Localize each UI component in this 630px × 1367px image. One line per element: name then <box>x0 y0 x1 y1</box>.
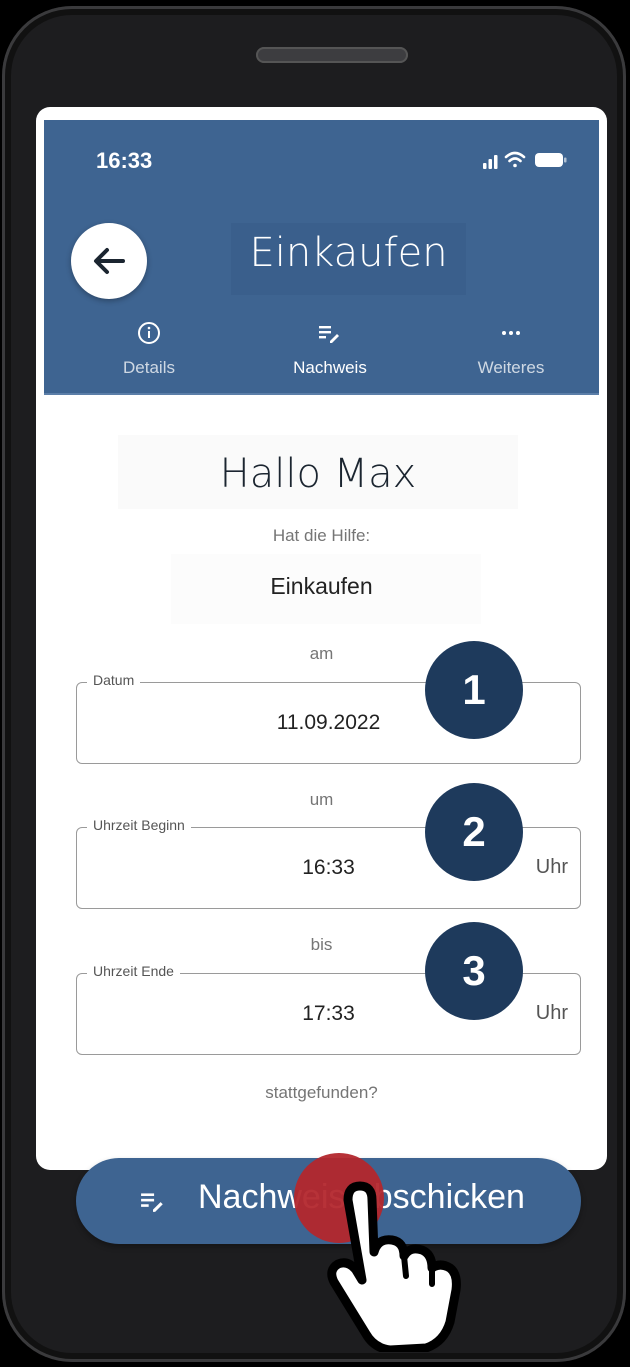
tab-nachweis-label: Nachweis <box>293 358 367 377</box>
arrow-left-icon <box>94 248 125 274</box>
page-title: Einkaufen <box>249 230 448 276</box>
end-time-label: Uhrzeit Ende <box>87 963 180 979</box>
signal-icon <box>483 155 498 169</box>
tab-nachweis[interactable]: Nachweis <box>260 318 400 378</box>
app-header: 16:33 Einkaufen Details Nachweis Weitere… <box>44 120 599 405</box>
more-horizontal-icon <box>502 331 520 335</box>
connector-um: um <box>309 790 334 809</box>
tab-details-label: Details <box>123 358 175 377</box>
list-edit-icon <box>141 1193 163 1212</box>
tab-details[interactable]: Details <box>79 318 219 378</box>
greeting-text: Hallo Max <box>219 451 417 497</box>
help-name: Einkaufen <box>270 573 373 599</box>
pointing-hand-icon <box>327 1181 461 1352</box>
info-circle-icon <box>138 322 160 344</box>
status-time: 16:33 <box>96 148 153 173</box>
start-time-unit: Uhr <box>535 856 568 878</box>
status-icons <box>483 151 567 169</box>
header-divider <box>44 393 599 395</box>
back-button[interactable] <box>71 223 147 299</box>
closing-text: stattgefunden? <box>265 1083 378 1102</box>
connector-bis: bis <box>310 935 333 954</box>
list-edit-icon <box>319 326 339 343</box>
battery-icon <box>535 153 567 167</box>
app-screen: 16:33 Einkaufen Details Nachweis Weitere… <box>36 107 607 1170</box>
tab-weiteres-label: Weiteres <box>477 358 545 377</box>
prompt-text: Hat die Hilfe: <box>272 526 371 545</box>
tab-weiteres[interactable]: Weiteres <box>441 318 581 378</box>
speaker-grille <box>256 47 408 63</box>
date-field-label: Datum <box>87 672 141 688</box>
step-badge-1: 1 <box>425 641 523 739</box>
step-badge-2: 2 <box>425 783 523 881</box>
active-tab-indicator <box>234 401 426 405</box>
wifi-icon <box>504 151 526 168</box>
step-badge-3: 3 <box>425 922 523 1020</box>
end-time-unit: Uhr <box>535 1002 568 1024</box>
connector-am: am <box>309 644 334 663</box>
start-time-label: Uhrzeit Beginn <box>87 817 191 833</box>
